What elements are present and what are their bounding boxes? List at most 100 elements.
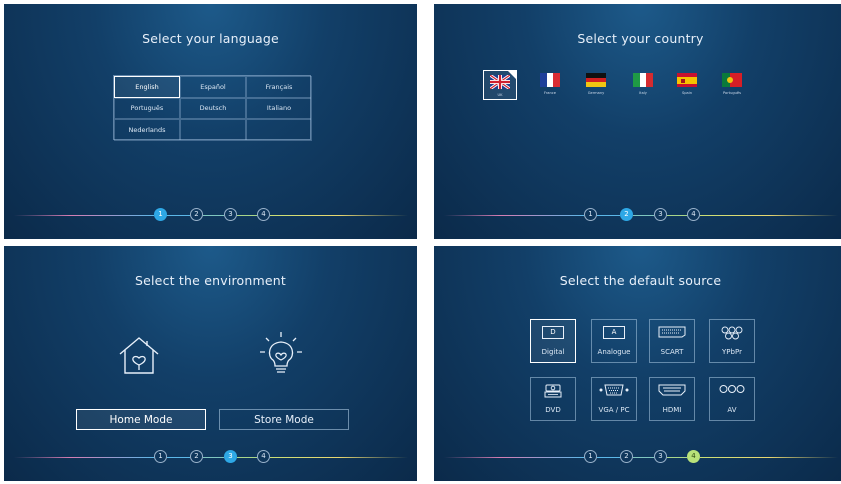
country-title: Select your country [577,31,704,46]
lightbulb-heart-icon [260,332,302,373]
step-2-indicator: 2 [620,208,633,221]
germany-flag-icon [586,73,606,87]
selected-check-icon [508,71,516,79]
language-option-deutsch[interactable]: Deutsch [180,97,246,120]
progress-line [237,457,257,458]
step-progress: 1 2 3 4 [4,450,417,464]
step-3-indicator: 3 [224,208,237,221]
step-1-indicator: 1 [584,208,597,221]
step-3-indicator: 3 [224,450,237,463]
language-option-nederlands[interactable]: Nederlands [114,119,180,141]
spain-flag-icon [677,73,697,87]
language-panel: Select your language English Español Fra… [4,4,417,239]
vga-icon [599,384,629,396]
step-2-indicator: 2 [190,450,203,463]
country-option-uk[interactable]: UK [483,70,517,100]
step-1-indicator: 1 [154,450,167,463]
country-label: Germany [587,91,605,95]
uk-flag-icon [490,75,510,89]
progress-line [667,215,687,216]
source-option-hdmi[interactable]: HDMI [649,377,695,421]
source-label: Analogue [597,348,631,356]
source-option-analogue[interactable]: A Analogue [591,319,637,363]
step-4-indicator: 4 [687,450,700,463]
source-label: DVD [545,406,561,414]
progress-line [270,215,408,216]
source-option-digital[interactable]: D Digital [530,319,576,363]
language-option-espanol[interactable]: Español [180,76,246,98]
country-label: Português [722,91,742,95]
scart-icon [658,326,686,338]
ypbpr-icon [721,326,743,340]
france-flag-icon [540,73,560,87]
country-label: Spain [681,91,693,95]
country-label: France [544,91,556,95]
progress-line [633,215,654,216]
home-icon [119,337,159,374]
progress-line [14,457,154,458]
step-progress: 1 2 3 4 [4,208,417,222]
progress-line [597,215,620,216]
progress-line [167,457,190,458]
source-label: AV [727,406,737,414]
step-3-indicator: 3 [654,208,667,221]
language-option-italiano[interactable]: Italiano [246,97,312,120]
environment-panel: Select the environment Home Mode Store M… [4,246,417,481]
step-progress: 1 2 3 4 [434,208,841,222]
progress-line [166,215,190,216]
source-label: HDMI [662,406,682,414]
av-icon [719,385,745,393]
analogue-icon: A [603,326,625,339]
source-option-av[interactable]: AV [709,377,755,421]
progress-line [203,215,224,216]
progress-line [270,457,408,458]
progress-line [700,215,838,216]
language-option-english[interactable]: English [114,76,180,98]
language-option-empty [246,119,312,141]
country-option-portugal[interactable]: Português [715,70,749,100]
step-progress: 1 2 3 4 [434,450,841,464]
progress-line [203,457,224,458]
step-4-indicator: 4 [257,208,270,221]
step-2-indicator: 2 [190,208,203,221]
source-label: Digital [541,348,565,356]
progress-line [237,215,257,216]
hdmi-icon [658,384,686,396]
step-3-indicator: 3 [654,450,667,463]
country-option-italy[interactable]: Italy [626,70,660,100]
country-option-spain[interactable]: Spain [670,70,704,100]
source-label: YPbPr [722,348,742,356]
language-grid: English Español Français Português Deuts… [113,75,312,141]
store-mode-button[interactable]: Store Mode [219,409,349,430]
country-label: Italy [639,91,647,95]
progress-line [14,215,154,216]
source-option-scart[interactable]: SCART [649,319,695,363]
country-label: UK [497,93,503,97]
step-4-indicator: 4 [687,208,700,221]
country-option-germany[interactable]: Germany [579,70,613,100]
portugal-flag-icon [722,73,742,87]
source-label: VGA / PC [598,406,630,414]
digital-icon: D [542,326,564,339]
home-mode-button[interactable]: Home Mode [76,409,206,430]
source-option-vga[interactable]: VGA / PC [591,377,637,421]
source-title: Select the default source [559,273,722,288]
dvd-icon [544,384,562,398]
progress-line [444,457,584,458]
progress-line [700,457,838,458]
source-option-ypbpr[interactable]: YPbPr [709,319,755,363]
progress-line [633,457,654,458]
language-option-portugues[interactable]: Português [114,97,180,120]
italy-flag-icon [633,73,653,87]
progress-line [597,457,620,458]
step-4-indicator: 4 [257,450,270,463]
country-option-france[interactable]: France [533,70,567,100]
language-option-francais[interactable]: Français [246,76,312,98]
source-option-dvd[interactable]: DVD [530,377,576,421]
source-label: SCART [660,348,684,356]
environment-title: Select the environment [134,273,287,288]
step-1-indicator: 1 [584,450,597,463]
source-panel: Select the default source D Digital A An… [434,246,841,481]
language-title: Select your language [142,31,279,46]
country-panel: Select your country UK France Germany It… [434,4,841,239]
